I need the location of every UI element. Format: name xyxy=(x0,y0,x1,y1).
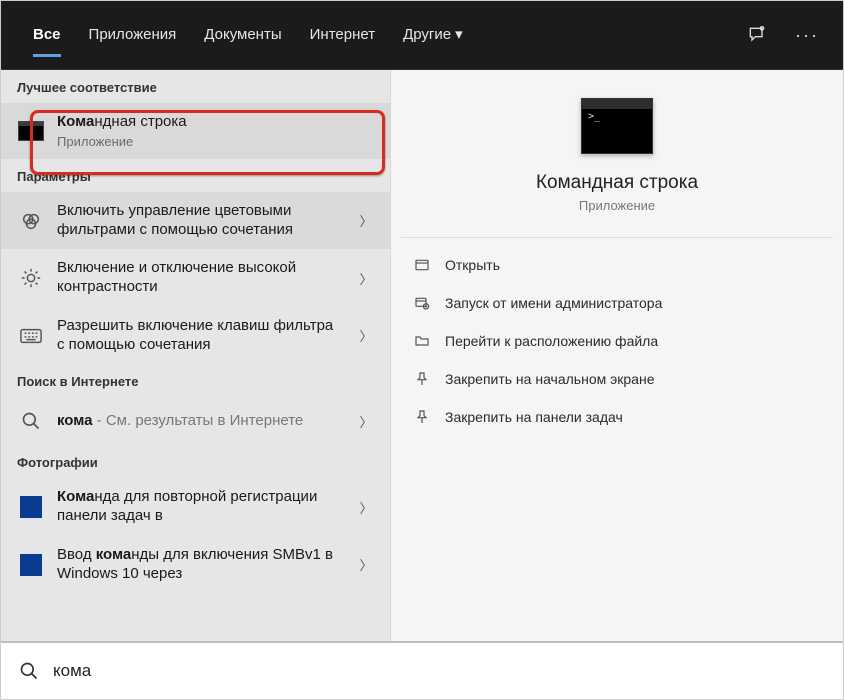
section-photos: Фотографии xyxy=(1,445,390,478)
scope-tabbar: Все Приложения Документы Интернет Другие… xyxy=(1,1,843,69)
result-setting-color-filters[interactable]: Включить управление цветовыми фильтрами … xyxy=(1,192,390,250)
search-icon xyxy=(19,661,39,681)
result-web-search[interactable]: кома - См. результаты в Интернете 〉 xyxy=(1,397,390,445)
preview-title: Командная строка xyxy=(536,172,698,194)
preview-subtitle: Приложение xyxy=(579,198,655,213)
folder-icon xyxy=(413,332,431,350)
chevron-right-icon: 〉 xyxy=(352,555,380,574)
keyboard-icon xyxy=(17,322,45,350)
result-photo-1[interactable]: Команда для повторной регистрации панели… xyxy=(1,478,390,536)
brightness-icon xyxy=(17,264,45,292)
chevron-down-icon: ▾ xyxy=(455,26,463,43)
result-setting-filter-keys[interactable]: Разрешить включение клавиш фильтра с пом… xyxy=(1,307,390,365)
admin-icon xyxy=(413,294,431,312)
action-pin-to-start[interactable]: Закрепить на начальном экране xyxy=(401,360,833,398)
preview-panel: Командная строка Приложение Открыть Запу… xyxy=(390,70,843,641)
action-open[interactable]: Открыть xyxy=(401,246,833,284)
result-command-prompt[interactable]: Командная строка Приложение xyxy=(1,103,390,159)
more-options-icon[interactable]: ··· xyxy=(795,25,819,46)
search-window: Все Приложения Документы Интернет Другие… xyxy=(0,0,844,700)
preview-actions: Открыть Запуск от имени администратора П… xyxy=(401,237,833,436)
tab-more[interactable]: Другие▾ xyxy=(389,1,477,69)
section-settings: Параметры xyxy=(1,159,390,192)
cmd-icon xyxy=(18,121,44,141)
action-pin-to-taskbar[interactable]: Закрепить на панели задач xyxy=(401,398,833,436)
chevron-right-icon: 〉 xyxy=(352,412,380,431)
search-input[interactable] xyxy=(53,661,825,681)
result-setting-high-contrast[interactable]: Включение и отключение высокой контрастн… xyxy=(1,249,390,307)
chevron-right-icon: 〉 xyxy=(352,326,380,345)
chevron-right-icon: 〉 xyxy=(352,269,380,288)
chevron-right-icon: 〉 xyxy=(352,498,380,517)
action-open-file-location[interactable]: Перейти к расположению файла xyxy=(401,322,833,360)
tab-documents[interactable]: Документы xyxy=(190,1,295,69)
open-icon xyxy=(413,256,431,274)
search-bar xyxy=(1,641,843,699)
photo-thumbnail-icon xyxy=(20,496,42,518)
preview-app-icon xyxy=(581,98,653,154)
tab-internet[interactable]: Интернет xyxy=(296,1,389,69)
result-photo-2[interactable]: Ввод команды для включения SMBv1 в Windo… xyxy=(1,536,390,594)
color-filter-icon xyxy=(17,207,45,235)
tab-apps[interactable]: Приложения xyxy=(75,1,191,69)
feedback-icon[interactable] xyxy=(747,25,767,45)
pin-start-icon xyxy=(413,370,431,388)
action-run-as-admin[interactable]: Запуск от имени администратора xyxy=(401,284,833,322)
tab-all[interactable]: Все xyxy=(19,1,75,69)
section-best-match: Лучшее соответствие xyxy=(1,70,390,103)
search-icon xyxy=(17,407,45,435)
chevron-right-icon: 〉 xyxy=(352,211,380,230)
photo-thumbnail-icon xyxy=(20,554,42,576)
pin-taskbar-icon xyxy=(413,408,431,426)
results-panel: Лучшее соответствие Командная строка При… xyxy=(1,70,390,641)
section-web-search: Поиск в Интернете xyxy=(1,364,390,397)
